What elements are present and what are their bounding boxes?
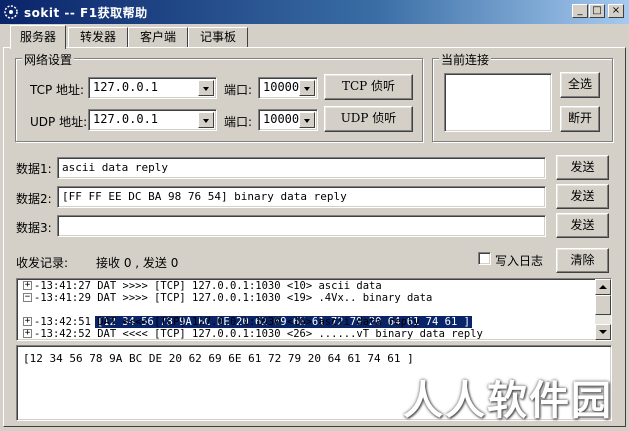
write-log-checkbox[interactable] (478, 252, 491, 265)
disconnect-button[interactable]: 断开 (560, 106, 600, 132)
maximize-icon: □ (592, 5, 602, 16)
log-entry[interactable]: − -13:41:29 DAT >>>> [TCP] 127.0.0.1:103… (19, 292, 432, 304)
log-tree-content: + -13:41:27 DAT >>>> [TCP] 127.0.0.1:103… (17, 279, 595, 340)
data1-value: ascii data reply (62, 161, 168, 174)
watermark-text: 人人软件园 (403, 378, 613, 424)
tab-notepad[interactable]: 记事板 (188, 27, 248, 47)
send-button-1[interactable]: 发送 (556, 155, 609, 180)
tcp-port-label: 端口: (224, 83, 253, 97)
scroll-thumb[interactable] (595, 295, 611, 315)
data2-input[interactable]: [FF FF EE DC BA 98 76 54] binary data re… (57, 186, 546, 208)
tab-label: 服务器 (19, 30, 56, 44)
collapse-icon[interactable]: − (23, 293, 32, 302)
tab-label: 记事板 (199, 30, 236, 44)
arrow-down-icon (599, 330, 607, 334)
maximize-button[interactable]: □ (589, 4, 605, 18)
tab-label: 客户端 (139, 30, 176, 44)
arrow-up-icon (599, 285, 607, 289)
tab-server[interactable]: 服务器 (10, 25, 66, 49)
log-tree[interactable]: + -13:41:27 DAT >>>> [TCP] 127.0.0.1:103… (16, 278, 612, 341)
app-icon (4, 5, 18, 19)
log-entry[interactable]: + -13:41:27 DAT >>>> [TCP] 127.0.0.1:103… (19, 280, 382, 292)
scroll-down-button[interactable] (595, 324, 611, 340)
expand-icon[interactable]: + (23, 329, 32, 338)
window-title: sokit -- F1获取帮助 (24, 6, 148, 20)
log-detail-text: [12 34 56 78 9A BC DE 20 62 69 6E 61 72 … (23, 352, 414, 365)
data3-input[interactable] (57, 215, 546, 237)
tab-client[interactable]: 客户端 (128, 27, 188, 47)
tcp-address-value: 127.0.0.1 (93, 80, 159, 94)
log-stats: 接收 0 , 发送 0 (96, 256, 179, 270)
write-log-label: 写入日志 (495, 254, 544, 268)
close-icon: × (611, 5, 621, 16)
udp-listen-button[interactable]: UDP 侦听 (324, 106, 413, 132)
tab-label: 转发器 (79, 30, 116, 44)
udp-port-combo[interactable]: 10000 (258, 109, 318, 131)
title-bar[interactable]: sokit -- F1获取帮助 _ □ × (0, 0, 629, 24)
data2-value: [FF FF EE DC BA 98 76 54] binary data re… (62, 190, 347, 203)
log-entry-text: -13:41:29 DAT >>>> [TCP] 127.0.0.1:1030 … (34, 292, 433, 304)
tcp-address-combo[interactable]: 127.0.0.1 (88, 77, 217, 99)
data1-label: 数据1: (16, 162, 52, 176)
minimize-button[interactable]: _ (572, 4, 588, 18)
send-button-3[interactable]: 发送 (556, 213, 609, 238)
scroll-up-button[interactable] (595, 279, 611, 295)
data1-input[interactable]: ascii data reply (57, 157, 546, 179)
connections-group-title: 当前连接 (439, 51, 492, 68)
log-entry-text: -13:42:52 DAT <<<< [TCP] 127.0.0.1:1030 … (34, 328, 483, 340)
minimize-icon: _ (577, 5, 583, 16)
chevron-down-icon[interactable] (299, 80, 315, 96)
log-scrollbar[interactable] (595, 279, 611, 340)
log-entry[interactable]: + -13:42:52 DAT <<<< [TCP] 127.0.0.1:103… (19, 328, 483, 340)
clear-button[interactable]: 清除 (556, 248, 609, 273)
log-entry-text: -13:42:51 DAT <<<< [TCP] 127.0.0.1:1030 … (34, 316, 420, 328)
udp-port-label: 端口: (224, 115, 253, 129)
log-entry-text: -13:41:27 DAT >>>> [TCP] 127.0.0.1:1030 … (34, 280, 382, 292)
select-all-button[interactable]: 全选 (560, 72, 600, 98)
network-group-title: 网络设置 (22, 51, 75, 68)
close-button[interactable]: × (608, 4, 624, 18)
tcp-listen-button[interactable]: TCP 侦听 (324, 74, 413, 100)
tab-forwarder[interactable]: 转发器 (68, 27, 128, 47)
tcp-port-value: 10000 (263, 80, 300, 94)
data3-label: 数据3: (16, 221, 52, 235)
expand-icon[interactable]: + (23, 317, 32, 326)
send-button-2[interactable]: 发送 (556, 184, 609, 209)
udp-port-value: 10000 (263, 112, 300, 126)
udp-address-value: 127.0.0.1 (93, 112, 159, 126)
chevron-down-icon[interactable] (198, 80, 214, 96)
udp-address-combo[interactable]: 127.0.0.1 (88, 109, 217, 131)
tcp-address-label: TCP 地址: (30, 83, 85, 97)
data2-label: 数据2: (16, 192, 52, 206)
chevron-down-icon[interactable] (299, 112, 315, 128)
connections-list[interactable] (444, 73, 552, 132)
tcp-port-combo[interactable]: 10000 (258, 77, 318, 99)
log-label: 收发记录: (16, 256, 69, 270)
log-entry-detail[interactable]: [12 34 56 78 9A BC DE 20 62 69 6E 61 72 … (57, 304, 472, 328)
log-entry[interactable]: + -13:42:51 DAT <<<< [TCP] 127.0.0.1:103… (19, 316, 420, 328)
chevron-down-icon[interactable] (198, 112, 214, 128)
expand-icon[interactable]: + (23, 281, 32, 290)
udp-address-label: UDP 地址: (30, 115, 88, 129)
